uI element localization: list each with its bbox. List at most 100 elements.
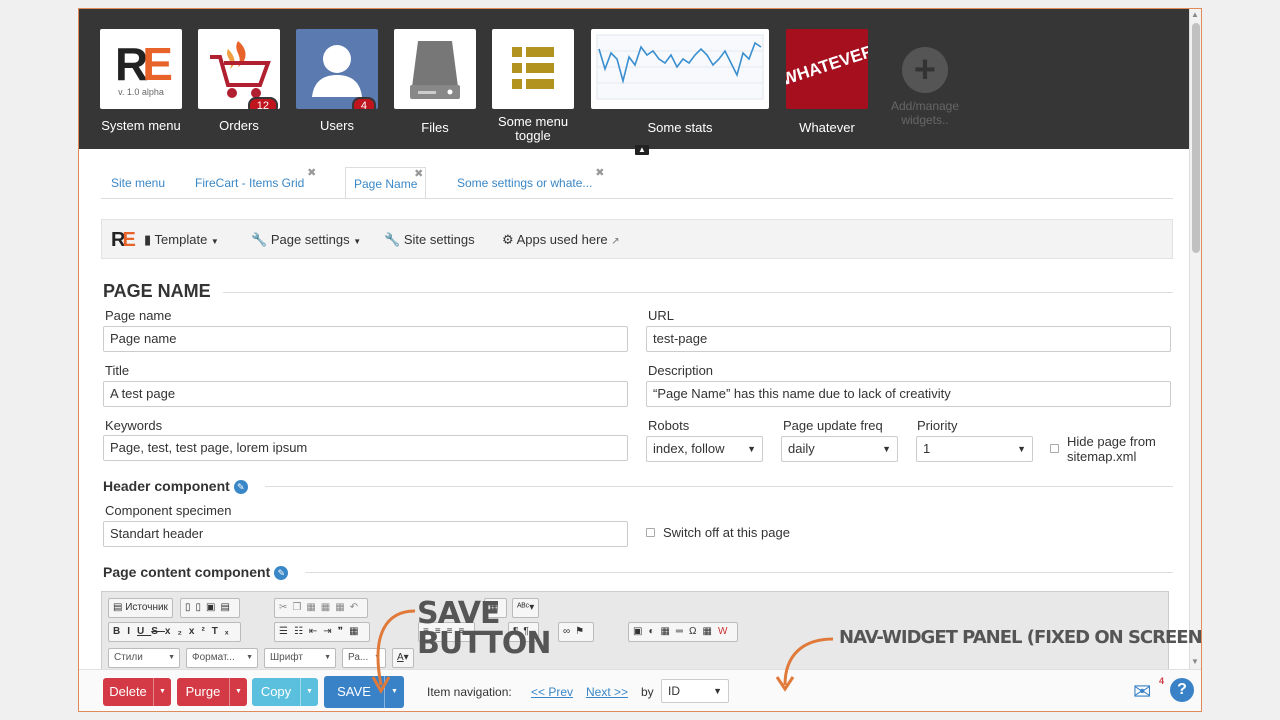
re-logo: RE [115,38,173,90]
orders-badge: 12 [247,97,278,109]
chevron-down-icon[interactable]: ▼ [153,678,171,706]
plus-icon: + [902,47,948,93]
page-title: PAGE NAME [103,281,211,301]
prev-link[interactable]: << Prev [531,678,573,706]
widget-caption: Orders [219,118,259,133]
keywords-label: Keywords [105,418,163,433]
pencil-icon[interactable]: ✎ [233,480,248,494]
title-input[interactable]: A test page [103,381,628,407]
next-link[interactable]: Next >> [586,678,628,706]
nav-widget-panel: Delete ▼ Purge ▼ Copy ▼ SAVE ▼ Item navi… [79,669,1201,711]
chevron-down-icon[interactable]: ▼ [300,678,318,706]
by-label: by [641,685,654,699]
section-divider [305,572,1173,573]
widget-caption: Some stats [647,120,713,135]
tab-firecart-items-grid[interactable]: FireCart - Items Grid ✖ [195,167,316,199]
chevron-down-icon: ▼ [1017,444,1026,454]
add-widget-button[interactable]: + Add/manage widgets.. [884,47,966,127]
header-component-title: Header component ✎ [103,478,248,494]
delete-button[interactable]: Delete ▼ [103,678,171,706]
stats-chart-icon [596,34,764,100]
url-label: URL [648,308,675,323]
description-input[interactable]: “Page Name” has this name due to lack of… [646,381,1171,407]
link-tools[interactable]: ∞⚑ [558,622,595,642]
widget-users[interactable]: 4 Users [296,29,378,133]
robots-label: Robots [648,418,690,433]
list-icon [512,47,554,89]
priority-label: Priority [917,418,958,433]
annotation-arrow-nav [775,637,834,692]
section-divider [223,292,1173,293]
scroll-up-icon[interactable]: ▲ [1191,10,1199,19]
widget-panel: RE v. 1.0 alpha System menu 12 Orders 4 … [79,9,1189,149]
description-label: Description [648,363,714,378]
nav-by-select[interactable]: ID ▼ [661,679,729,703]
hard-drive-icon [410,41,460,99]
robots-select[interactable]: index, follow ▼ [646,436,763,462]
close-icon[interactable]: ✖ [595,157,604,189]
help-icon[interactable]: ? [1170,678,1194,702]
copy-button[interactable]: Copy ▼ [252,678,318,706]
re-logo: RE [111,229,136,251]
widget-files[interactable]: Files [394,29,476,135]
tab-page-name[interactable]: Page Name ✖ [345,167,427,199]
site-settings-link[interactable]: 🔧 Site settings [384,220,475,260]
list-tools[interactable]: ☰☷⇤⇥❞▦ [274,622,370,642]
scrollbar-thumb[interactable] [1192,23,1200,253]
page-settings-menu[interactable]: 🔧 Page settings ▼ [251,220,361,260]
styles-select[interactable]: Стили ▼ [108,648,180,668]
section-divider [265,486,1173,487]
nav-panel-annotation: NAV-WIDGET PANEL (FIXED ON SCREEN) [839,627,1202,648]
widget-menu-toggle[interactable]: Some menu toggle [492,29,574,143]
widget-caption: System menu [101,118,181,133]
users-badge: 4 [351,97,376,109]
chevron-down-icon[interactable]: ▼ [229,678,247,706]
page-name-input[interactable]: Page name [103,326,628,352]
page-toolbar: RE ▮ Template ▼ 🔧 Page settings ▼ 🔧 Site… [101,219,1173,259]
scroll-down-icon[interactable]: ▼ [1191,657,1199,666]
hide-sitemap-checkbox[interactable] [1050,444,1059,453]
apps-used-link[interactable]: ⚙ Apps used here ↗ [502,220,620,260]
close-icon[interactable]: ✖ [307,157,316,189]
widget-system-menu[interactable]: RE v. 1.0 alpha System menu [100,29,182,133]
page-update-freq-label: Page update freq [783,418,883,433]
envelope-icon[interactable]: ✉ [1133,681,1151,703]
chevron-down-icon: ▼ [210,237,219,246]
page-name-label: Page name [105,308,172,323]
tab-site-menu[interactable]: Site menu [111,167,165,199]
clipboard-tools[interactable]: ✂❐▦▦▦↶ [274,598,369,618]
item-navigation-label: Item navigation: [427,685,512,699]
insert-tools[interactable]: ▣◐▦═Ω▦W [628,622,739,642]
external-link-icon: ↗ [611,236,620,247]
whatever-tile-text: WHATEVER [786,41,868,90]
scrollbar[interactable]: ▲ ▼ [1189,9,1201,669]
text-format-tools[interactable]: BIUSx₂x²Tₓ [108,622,241,642]
font-select[interactable]: Шрифт ▼ [264,648,336,668]
file-icon: ▮ [144,232,152,247]
format-select[interactable]: Формат... ▼ [186,648,258,668]
priority-select[interactable]: 1 ▼ [916,436,1033,462]
page-update-freq-select[interactable]: daily ▼ [781,436,898,462]
widget-orders[interactable]: 12 Orders [198,29,280,133]
pencil-icon[interactable]: ✎ [274,566,289,580]
purge-button[interactable]: Purge ▼ [177,678,247,706]
widget-whatever[interactable]: WHATEVER Whatever [786,29,868,135]
title-label: Title [105,363,130,378]
component-specimen-input[interactable]: Standart header [103,521,628,547]
template-menu[interactable]: ▮ Template ▼ [144,220,219,260]
document-tools[interactable]: ▯▯▣▤ [180,598,240,618]
source-button[interactable]: ▤ Источник [108,598,173,618]
widget-stats[interactable]: Some stats [591,29,769,135]
url-input[interactable]: test-page [646,326,1171,352]
save-button-annotation: SAVE BUTTON [417,596,551,661]
app-frame: RE v. 1.0 alpha System menu 12 Orders 4 … [78,8,1202,712]
wrench-icon: 🔧 [251,232,268,247]
collapse-handle-icon[interactable]: ▲ [635,145,649,155]
close-icon[interactable]: ✖ [414,158,423,190]
tab-some-settings[interactable]: Some settings or whate... ✖ [457,167,604,199]
widget-caption: Whatever [799,120,855,135]
switch-off-label: Switch off at this page [663,525,790,540]
switch-off-checkbox[interactable] [646,528,655,537]
widget-caption: Some menu toggle [497,114,569,143]
keywords-input[interactable]: Page, test, test page, lorem ipsum [103,435,628,461]
